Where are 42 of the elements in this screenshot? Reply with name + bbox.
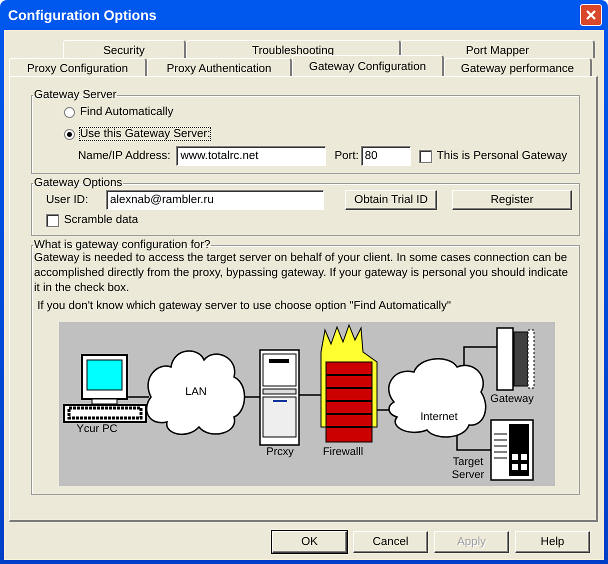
diagram-label: LAN [184, 386, 208, 399]
server-drawing [496, 327, 534, 391]
window-title: Configuration Options [8, 7, 157, 23]
connector-line [456, 434, 493, 451]
group-title: What is gateway configuration for? [33, 239, 212, 251]
port-field[interactable]: 80 [360, 146, 411, 166]
diagram-label: Internet [419, 411, 459, 424]
connector-line [127, 396, 149, 398]
field-label: Port: [334, 150, 359, 162]
tab[interactable]: Proxy Authentication [147, 58, 292, 76]
close-icon [585, 9, 597, 21]
diagram-label: Firewalll [322, 446, 364, 459]
radio-option[interactable]: Use this Gateway Server: [42, 127, 216, 141]
diagram-label: Gateway [489, 393, 535, 406]
help-text: If you don't know which gateway server to use choose option "Find Automatically" [36, 299, 452, 314]
group-title: Gateway Options [33, 177, 124, 189]
connector-line [463, 346, 497, 367]
dialog-button[interactable]: Help [515, 531, 590, 553]
server-drawing [490, 419, 534, 481]
dialog-button[interactable]: Cancel [353, 531, 428, 553]
tab[interactable]: Proxy Configuration [9, 58, 147, 76]
obtain-trial-id-button[interactable]: Obtain Trial ID [345, 190, 437, 210]
diagram-label: Target Server [450, 456, 486, 482]
address-field[interactable]: www.totalrc.net [176, 146, 326, 166]
help-text: Gateway is needed to access the target server on behalf of your client. In some cases connection can be accomplished directly from the proxy, bypassing gateway. If your gateway is personal you should indicate it in the check box. [34, 251, 569, 296]
diagram-label: Prcxy [265, 446, 295, 459]
field-label: User ID: [46, 194, 90, 206]
tab[interactable]: Gateway performance [444, 58, 592, 76]
personal-gateway-checkbox[interactable]: This is Personal Gateway [418, 150, 568, 162]
tab[interactable]: Troubleshooting [186, 40, 401, 58]
user-id-field[interactable]: alexnab@rambler.ru [106, 190, 324, 210]
tab[interactable]: Port Mapper [401, 40, 595, 58]
tab[interactable]: Gateway Configuration [292, 55, 444, 76]
field-label: Name/IP Address: [78, 150, 170, 162]
tab[interactable]: Security [63, 40, 186, 58]
diagram-label: Ycur PC [76, 423, 118, 436]
register-button[interactable]: Register [452, 190, 572, 210]
radio-option[interactable]: Find Automatically [42, 105, 180, 119]
close-button[interactable] [580, 4, 602, 26]
scramble-checkbox[interactable]: Scramble data [46, 214, 138, 226]
group-title: Gateway Server [33, 89, 118, 101]
dialog-button[interactable]: OK [272, 531, 347, 553]
